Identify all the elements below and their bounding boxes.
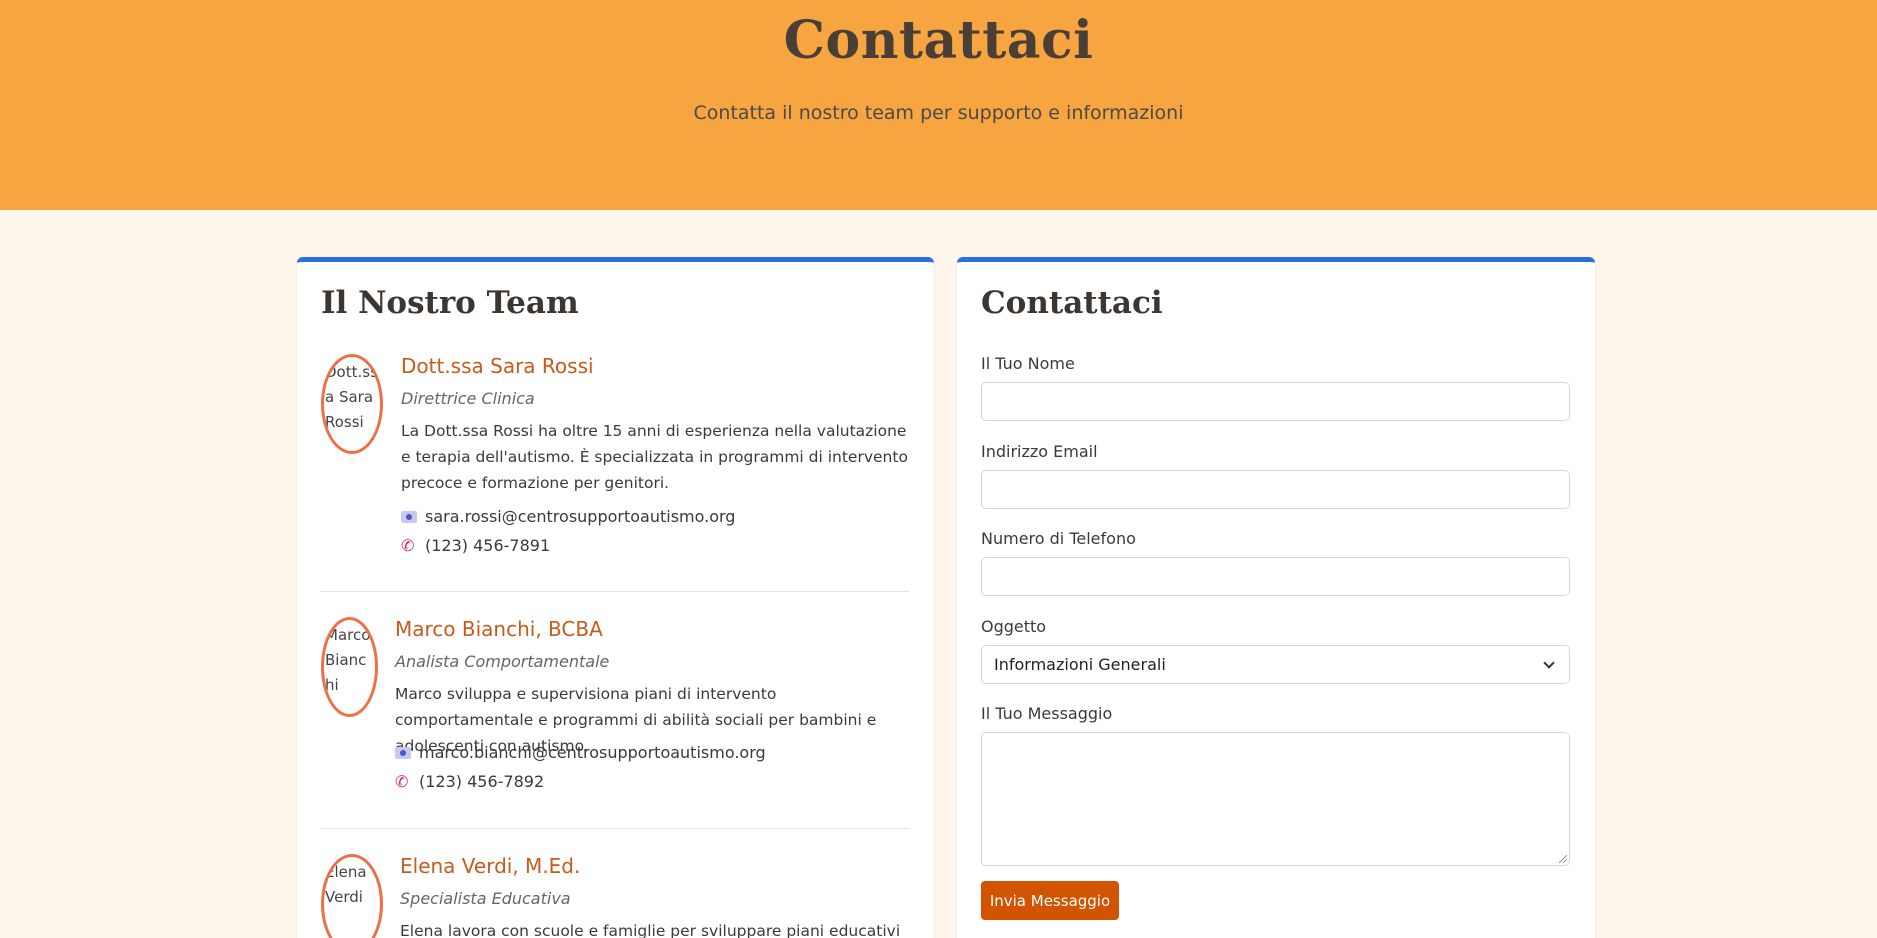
- page-header: Contattaci Contatta il nostro team per s…: [0, 0, 1877, 210]
- subject-value: Informazioni Generali: [994, 655, 1166, 674]
- member-role: Direttrice Clinica: [401, 389, 535, 408]
- phone-icon: ✆: [395, 772, 409, 791]
- name-label: Il Tuo Nome: [981, 354, 1075, 373]
- member-phone[interactable]: (123) 456-7891: [425, 536, 550, 555]
- member-email[interactable]: marco.bianchi@centrosupportoautismo.org: [419, 743, 766, 762]
- avatar: Marco Bianchi: [321, 617, 378, 717]
- contact-form-card: Contattaci Il Tuo Nome Indirizzo Email N…: [957, 257, 1595, 938]
- email-icon: [395, 747, 411, 759]
- member-bio: Elena lavora con scuole e famiglie per s…: [400, 922, 901, 938]
- message-label: Il Tuo Messaggio: [981, 704, 1113, 723]
- member-phone-row[interactable]: ✆ (123) 456-7891: [401, 536, 550, 555]
- page-title: Contattaci: [783, 10, 1094, 71]
- member-phone-row[interactable]: ✆ (123) 456-7892: [395, 772, 544, 791]
- member-email[interactable]: sara.rossi@centrosupportoautismo.org: [425, 507, 735, 526]
- team-card: Il Nostro Team Dott.ssa Sara Rossi Dott.…: [297, 257, 934, 938]
- email-label: Indirizzo Email: [981, 442, 1098, 461]
- name-field[interactable]: [981, 382, 1570, 421]
- chevron-down-icon: [1543, 657, 1555, 669]
- member-name: Marco Bianchi, BCBA: [395, 617, 603, 641]
- member-role: Specialista Educativa: [400, 889, 571, 908]
- phone-label: Numero di Telefono: [981, 529, 1136, 548]
- member-email-row[interactable]: sara.rossi@centrosupportoautismo.org: [401, 507, 735, 526]
- page-subtitle: Contatta il nostro team per supporto e i…: [693, 102, 1184, 124]
- avatar: Elena Verdi: [321, 854, 383, 938]
- subject-label: Oggetto: [981, 617, 1047, 636]
- member-bio: La Dott.ssa Rossi ha oltre 15 anni di es…: [401, 422, 908, 492]
- member-phone[interactable]: (123) 456-7892: [419, 772, 544, 791]
- member-email-row[interactable]: marco.bianchi@centrosupportoautismo.org: [395, 743, 766, 762]
- team-member: Elena Verdi Elena Verdi, M.Ed. Specialis…: [321, 854, 909, 938]
- resize-handle-icon[interactable]: [1559, 855, 1567, 863]
- member-role: Analista Comportamentale: [395, 652, 610, 671]
- avatar: Dott.ssa Sara Rossi: [321, 354, 383, 454]
- email-icon: [401, 511, 417, 523]
- member-name: Dott.ssa Sara Rossi: [401, 354, 594, 378]
- message-textarea[interactable]: [981, 732, 1570, 866]
- submit-button[interactable]: Invia Messaggio: [981, 881, 1119, 920]
- email-field[interactable]: [981, 470, 1570, 509]
- team-member: Dott.ssa Sara Rossi Dott.ssa Sara Rossi …: [321, 354, 909, 564]
- team-title: Il Nostro Team: [321, 285, 579, 321]
- divider: [321, 828, 909, 829]
- team-member: Marco Bianchi Marco Bianchi, BCBA Analis…: [321, 617, 909, 797]
- member-name: Elena Verdi, M.Ed.: [400, 854, 581, 878]
- phone-icon: ✆: [401, 536, 415, 555]
- subject-select[interactable]: Informazioni Generali: [981, 645, 1570, 684]
- form-title: Contattaci: [981, 285, 1163, 321]
- phone-field[interactable]: [981, 557, 1570, 596]
- divider: [321, 591, 909, 592]
